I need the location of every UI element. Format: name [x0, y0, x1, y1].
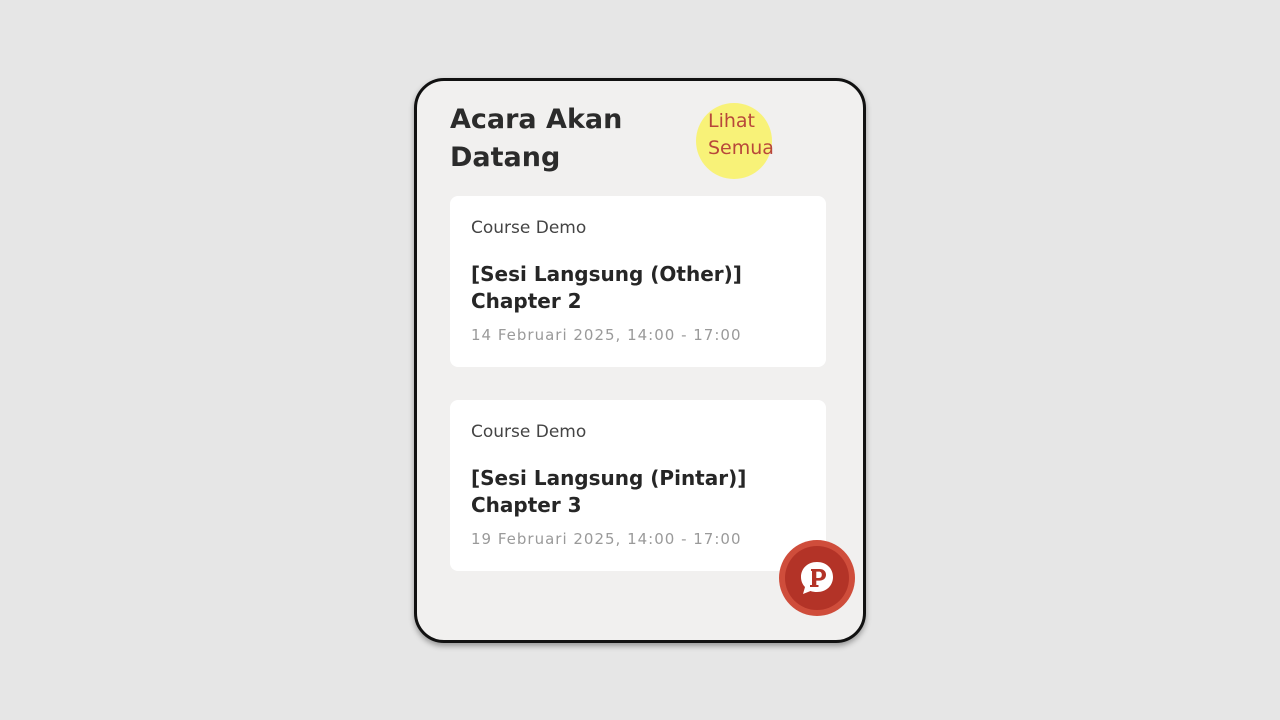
- upcoming-events-panel: Acara Akan Datang Lihat Semua Course Dem…: [414, 78, 866, 643]
- chat-fab-inner: [785, 546, 849, 610]
- event-card[interactable]: Course Demo [Sesi Langsung (Other)] Chap…: [450, 196, 826, 367]
- event-course-name: Course Demo: [471, 218, 587, 238]
- section-title: Acara Akan Datang: [450, 104, 623, 173]
- event-datetime: 14 Februari 2025, 14:00 - 17:00: [471, 326, 742, 344]
- see-all-link[interactable]: Lihat Semua: [708, 108, 788, 162]
- chat-fab-button[interactable]: [779, 540, 855, 616]
- chat-p-logo-icon: [801, 562, 833, 594]
- event-course-name: Course Demo: [471, 422, 587, 442]
- event-card[interactable]: Course Demo [Sesi Langsung (Pintar)] Cha…: [450, 400, 826, 571]
- event-datetime: 19 Februari 2025, 14:00 - 17:00: [471, 530, 742, 548]
- event-title: [Sesi Langsung (Pintar)] Chapter 3: [471, 466, 747, 517]
- event-title: [Sesi Langsung (Other)] Chapter 2: [471, 262, 742, 313]
